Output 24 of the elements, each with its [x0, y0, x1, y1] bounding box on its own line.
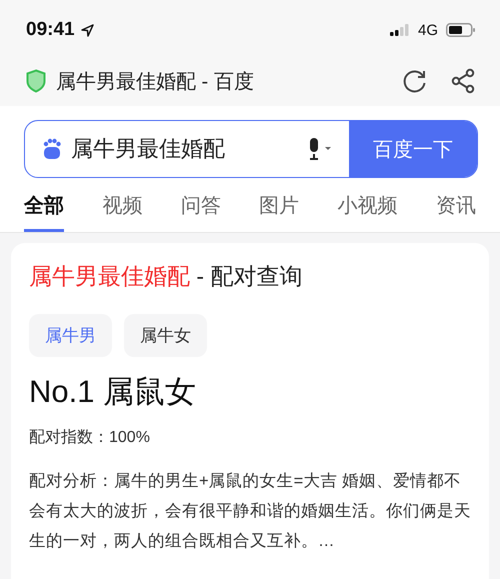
- search-tab[interactable]: 图片: [259, 192, 300, 232]
- network-label: 4G: [418, 22, 438, 38]
- search-button[interactable]: 百度一下: [349, 121, 477, 177]
- result-title[interactable]: 属牛男最佳婚配 - 配对查询: [29, 261, 471, 292]
- shield-icon: [26, 69, 46, 93]
- score-text: 配对指数：100%: [29, 428, 151, 448]
- signal-icon: [390, 24, 410, 36]
- battery-icon: [446, 23, 476, 37]
- filter-chip[interactable]: 属牛女: [124, 314, 207, 357]
- result-headline: No.1 属鼠女: [29, 373, 198, 411]
- analysis-text: 配对分析：属牛的男生+属鼠的女生=大吉 婚姻、爱情都不会有太大的波折，会有很平静和谐的婚姻生活。你们俩是天生的一对，两人的组合既相合又互补。…: [29, 471, 471, 552]
- share-icon[interactable]: [450, 68, 476, 94]
- reload-icon[interactable]: [402, 68, 428, 94]
- page-title: 属牛男最佳婚配 - 百度: [56, 70, 254, 94]
- search-field[interactable]: 属牛男最佳婚配 百度一下: [24, 120, 478, 178]
- search-tab[interactable]: 资讯: [436, 192, 476, 232]
- search-tab[interactable]: 小视频: [338, 192, 398, 232]
- status-time: 09:41: [26, 19, 75, 41]
- search-tab[interactable]: 视频: [102, 192, 142, 232]
- search-tab[interactable]: 全部: [24, 192, 64, 232]
- location-arrow-icon: [80, 24, 94, 36]
- paw-icon: [41, 138, 63, 160]
- search-tab[interactable]: 问答: [180, 192, 221, 232]
- filter-chip[interactable]: 属牛男: [29, 314, 112, 357]
